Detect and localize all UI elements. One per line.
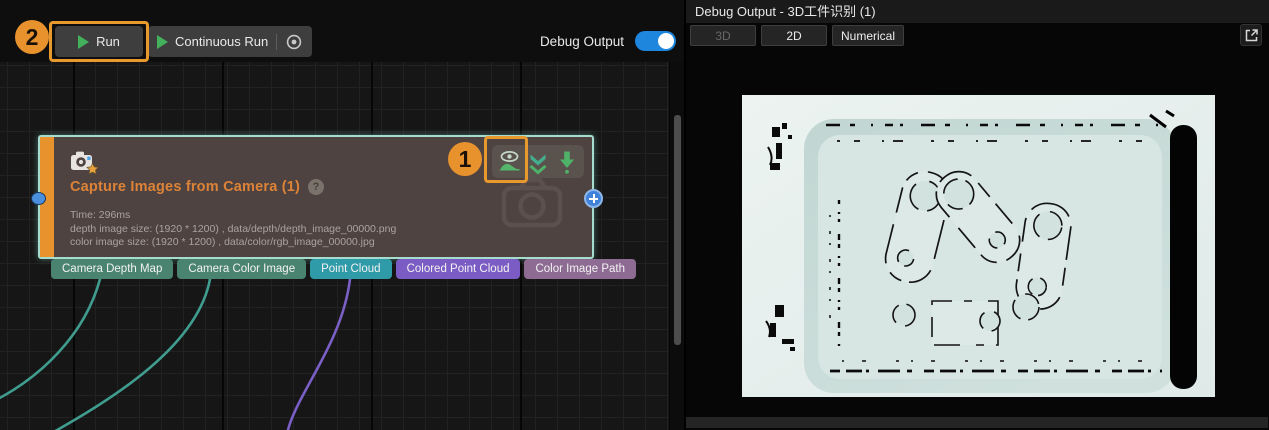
depth-map-image[interactable] xyxy=(742,95,1215,397)
node-capture-images-from-camera[interactable]: Capture Images from Camera (1) ? Time: 2… xyxy=(38,135,594,259)
debug-output-toggle[interactable] xyxy=(635,31,676,51)
camera-watermark-icon xyxy=(500,175,564,229)
gear-icon xyxy=(285,33,303,51)
run-settings-button[interactable] xyxy=(285,33,303,51)
debug-view-tabs: 3D 2D Numerical xyxy=(690,25,904,46)
port-camera-color-image[interactable]: Camera Color Image xyxy=(177,259,306,279)
open-in-new-window-button[interactable] xyxy=(1240,24,1262,46)
node-input-port[interactable] xyxy=(31,192,46,205)
graph-editor-panel: 2 Run Continuous Run xyxy=(0,0,684,430)
camera-star-icon xyxy=(70,148,100,176)
collapse-node-button[interactable] xyxy=(524,147,552,177)
tab-numerical[interactable]: Numerical xyxy=(832,25,904,46)
annotation-badge-1: 1 xyxy=(448,142,482,176)
app-window: 2 Run Continuous Run xyxy=(0,0,1269,430)
help-icon[interactable]: ? xyxy=(308,179,324,195)
play-icon xyxy=(157,35,168,49)
download-arrow-icon xyxy=(558,149,576,175)
node-title-row: Capture Images from Camera (1) ? xyxy=(70,179,324,195)
double-chevron-down-icon xyxy=(527,149,549,175)
canvas-scrollbar-thumb[interactable] xyxy=(674,115,681,345)
debug-panel-title: Debug Output - 3D工件识别 (1) xyxy=(686,0,1269,23)
run-button-highlight xyxy=(49,21,149,62)
port-point-cloud[interactable]: Point Cloud xyxy=(310,259,391,279)
toolbar: 2 Run Continuous Run xyxy=(0,0,684,62)
node-color-line: color image size: (1920 * 1200) , data/c… xyxy=(70,236,396,250)
node-depth-line: depth image size: (1920 * 1200) , data/d… xyxy=(70,223,396,237)
continuous-run-button[interactable]: Continuous Run xyxy=(157,34,268,49)
port-color-image-path[interactable]: Color Image Path xyxy=(524,259,636,279)
debug-output-panel: Debug Output - 3D工件识别 (1) 3D 2D Numerica… xyxy=(686,0,1269,430)
canvas-scrollbar-track[interactable] xyxy=(670,62,684,430)
toggle-knob xyxy=(658,33,674,49)
node-add-port[interactable] xyxy=(584,189,603,208)
download-output-button[interactable] xyxy=(553,147,581,177)
port-camera-depth-map[interactable]: Camera Depth Map xyxy=(51,259,173,279)
debug-output-control: Debug Output xyxy=(540,31,676,51)
external-link-icon xyxy=(1244,28,1259,43)
debug-output-label: Debug Output xyxy=(540,34,624,49)
debug-panel-scrollbar[interactable] xyxy=(686,417,1268,428)
divider xyxy=(276,34,277,50)
annotation-badge-2: 2 xyxy=(15,20,49,54)
node-time-line: Time: 296ms xyxy=(70,209,396,223)
node-title: Capture Images from Camera (1) xyxy=(70,179,300,195)
tab-3d[interactable]: 3D xyxy=(690,25,756,46)
port-colored-point-cloud[interactable]: Colored Point Cloud xyxy=(396,259,521,279)
continuous-run-group: Continuous Run xyxy=(148,26,312,57)
node-result-summary: Time: 296ms depth image size: (1920 * 12… xyxy=(70,209,396,250)
node-output-ports: Camera Depth Map Camera Color Image Poin… xyxy=(51,259,636,279)
continuous-run-label: Continuous Run xyxy=(175,34,268,49)
tab-2d[interactable]: 2D xyxy=(761,25,827,46)
visualize-button-highlight xyxy=(484,136,528,183)
